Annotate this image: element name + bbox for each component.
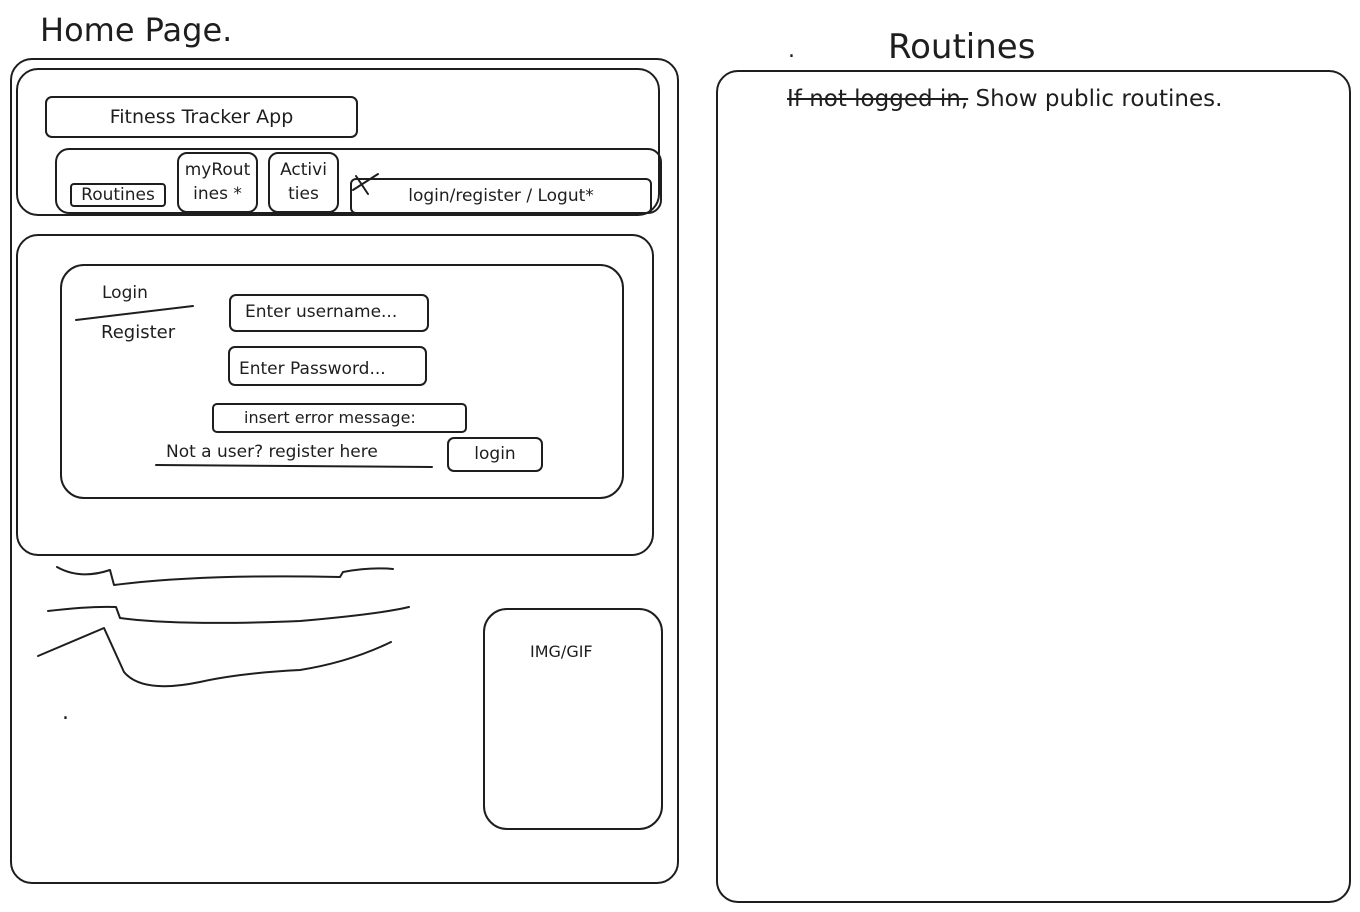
login-button-label: login — [474, 444, 516, 464]
home-page-title: Home Page. — [40, 11, 233, 49]
tab-register[interactable]: Register — [101, 324, 175, 342]
username-input[interactable]: Enter username... — [229, 294, 429, 332]
nav-auth-label: login/register / Logut* — [408, 185, 594, 206]
media-placeholder-label: IMG/GIF — [530, 642, 593, 661]
password-placeholder: Enter Password... — [239, 359, 386, 379]
routines-note-text: Show public routines. — [968, 86, 1223, 112]
register-link[interactable]: Not a user? register here — [166, 444, 378, 461]
routines-page-title: Routines — [888, 27, 1036, 67]
stray-dot: . — [62, 700, 69, 725]
nav-activities-button[interactable]: Activi ties — [268, 152, 339, 213]
nav-activities-label-2: ties — [288, 183, 319, 204]
username-placeholder: Enter username... — [245, 302, 398, 322]
password-input[interactable]: Enter Password... — [228, 346, 427, 386]
routines-note-struck: If not logged in, — [787, 86, 969, 112]
nav-routines-button[interactable]: Routines — [70, 183, 166, 207]
error-message-box: insert error message: — [212, 403, 467, 433]
routines-panel-note: If not logged in, Show public routines. — [787, 88, 1222, 111]
nav-my-routines-label-1: myRout — [184, 159, 251, 180]
tab-login[interactable]: Login — [102, 285, 148, 302]
login-button[interactable]: login — [447, 437, 543, 472]
nav-my-routines-button[interactable]: myRout ines * — [177, 152, 258, 213]
app-title: Fitness Tracker App — [109, 105, 294, 128]
error-message: insert error message: — [244, 408, 416, 427]
routines-panel-frame — [716, 70, 1351, 903]
nav-auth-button[interactable]: login/register / Logut* — [350, 178, 652, 214]
nav-routines-label: Routines — [81, 184, 155, 205]
app-title-box: Fitness Tracker App — [45, 96, 358, 138]
nav-activities-label-1: Activi — [280, 159, 327, 180]
routines-dot: . — [788, 38, 795, 63]
nav-my-routines-label-2: ines * — [193, 183, 242, 204]
